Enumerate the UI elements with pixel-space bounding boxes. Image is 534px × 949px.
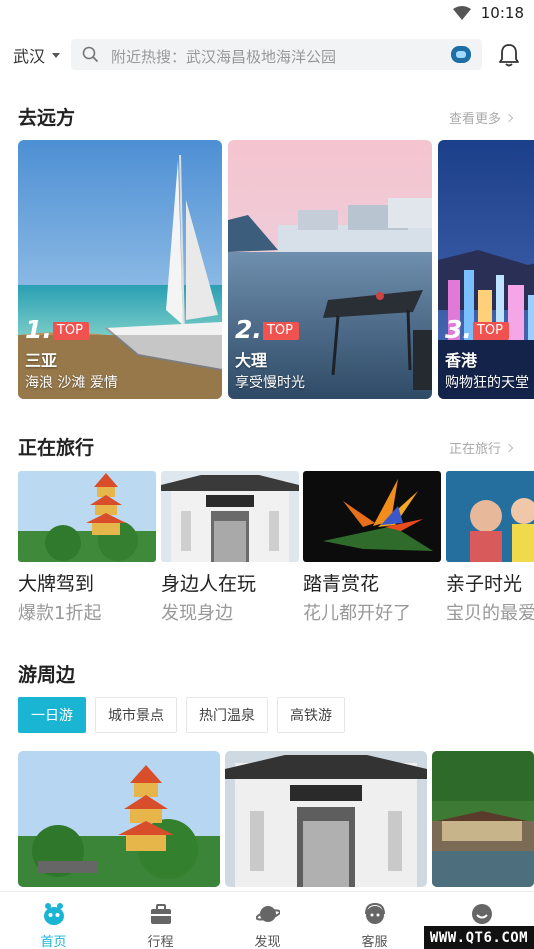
section-title-nearby: 游周边 xyxy=(18,664,76,686)
gate-photo xyxy=(225,751,427,887)
destination-name: 三亚 xyxy=(25,351,58,370)
wifi-icon xyxy=(452,6,471,20)
nearby-card[interactable] xyxy=(18,751,220,887)
tab-label: 客服 xyxy=(361,935,388,949)
pill-city-attractions[interactable]: 城市景点 xyxy=(95,697,177,733)
search-icon xyxy=(82,46,99,63)
home-icon xyxy=(44,903,64,925)
travel-tile[interactable]: 大牌驾到 爆款1折起 xyxy=(18,471,156,625)
travel-tile[interactable]: 踏青赏花 花儿都开好了 xyxy=(303,471,441,625)
lakeside-photo xyxy=(432,751,534,887)
search-header: 武汉 附近热搜：武汉海昌极地海洋公园 xyxy=(0,36,534,72)
travel-subtitle: 发现身边 xyxy=(161,603,233,624)
rank-badge: 3. TOP xyxy=(445,316,509,344)
tab-itinerary[interactable]: 行程 xyxy=(107,892,214,949)
travel-subtitle: 宝贝的最爱 xyxy=(446,603,534,624)
scan-icon[interactable] xyxy=(451,46,471,63)
city-label: 武汉 xyxy=(13,47,46,66)
view-more-label: 正在旅行 xyxy=(448,442,501,457)
destination-desc: 海浪 沙滩 爱情 xyxy=(25,375,118,391)
destination-desc: 购物狂的天堂 xyxy=(445,375,529,391)
nearby-card[interactable] xyxy=(225,751,427,887)
rank-badge: 1. TOP xyxy=(25,316,89,344)
travel-tile[interactable]: 身边人在玩 发现身边 xyxy=(161,471,299,625)
bell-icon[interactable] xyxy=(497,42,521,68)
pagoda-photo xyxy=(18,471,156,562)
category-pills: 一日游 城市景点 热门温泉 高铁游 xyxy=(18,697,345,733)
pill-high-speed-rail[interactable]: 高铁游 xyxy=(277,697,345,733)
headset-icon xyxy=(365,902,385,924)
nearby-carousel[interactable] xyxy=(18,751,534,887)
travel-title: 亲子时光 xyxy=(446,573,523,595)
view-more-label: 查看更多 xyxy=(448,112,501,127)
caret-down-icon xyxy=(52,52,61,58)
nearby-card[interactable] xyxy=(432,751,534,887)
pill-one-day-tour[interactable]: 一日游 xyxy=(18,697,86,733)
destination-card[interactable]: 3. TOP 香港 购物狂的天堂 xyxy=(438,140,534,399)
search-bar[interactable]: 附近热搜：武汉海昌极地海洋公园 xyxy=(71,39,482,70)
travel-title: 身边人在玩 xyxy=(161,573,257,595)
travel-title: 踏青赏花 xyxy=(303,573,380,595)
gate-photo xyxy=(161,471,299,562)
view-more-traveling[interactable]: 正在旅行 xyxy=(448,438,514,457)
tab-label: 行程 xyxy=(147,935,174,949)
destination-desc: 享受慢时光 xyxy=(235,375,305,391)
travel-tile[interactable]: 亲子时光 宝贝的最爱 xyxy=(446,471,534,625)
city-selector[interactable]: 武汉 xyxy=(13,43,61,67)
planet-icon xyxy=(256,906,280,922)
watermark: WWW.QT6.COM xyxy=(424,926,534,949)
status-bar: 10:18 xyxy=(0,0,534,28)
traveling-carousel[interactable]: 大牌驾到 爆款1折起 身边人在玩 发现身边 踏青赏花 花儿都开好了 亲子时光 宝… xyxy=(18,471,534,631)
destination-name: 香港 xyxy=(445,351,478,370)
profile-icon xyxy=(472,904,492,924)
pill-hot-springs[interactable]: 热门温泉 xyxy=(186,697,268,733)
destination-card[interactable]: 2. TOP 大理 享受慢时光 xyxy=(228,140,432,399)
tab-label: 发现 xyxy=(254,935,281,949)
clock: 10:18 xyxy=(480,4,524,22)
section-title-far: 去远方 xyxy=(18,107,76,129)
destination-name: 大理 xyxy=(235,351,268,370)
tab-discover[interactable]: 发现 xyxy=(214,892,321,949)
view-more-far[interactable]: 查看更多 xyxy=(448,108,514,127)
travel-title: 大牌驾到 xyxy=(18,573,95,595)
tab-home[interactable]: 首页 xyxy=(0,892,107,949)
aquarium-photo xyxy=(446,471,534,562)
briefcase-icon xyxy=(151,904,171,924)
chevron-right-icon xyxy=(504,113,514,122)
search-placeholder: 附近热搜：武汉海昌极地海洋公园 xyxy=(111,48,337,66)
chevron-right-icon xyxy=(504,443,514,452)
tab-customer-service[interactable]: 客服 xyxy=(321,892,428,949)
travel-subtitle: 花儿都开好了 xyxy=(303,603,411,624)
destination-carousel[interactable]: 1. TOP 三亚 海浪 沙滩 爱情 2. TOP 大理 享受慢时光 3. TO… xyxy=(18,140,534,400)
rank-badge: 2. TOP xyxy=(235,316,299,344)
tab-label: 首页 xyxy=(40,935,67,949)
flower-photo xyxy=(303,471,441,562)
pagoda-photo xyxy=(18,751,220,887)
travel-subtitle: 爆款1折起 xyxy=(18,603,102,624)
section-title-traveling: 正在旅行 xyxy=(18,437,95,459)
destination-card[interactable]: 1. TOP 三亚 海浪 沙滩 爱情 xyxy=(18,140,222,399)
